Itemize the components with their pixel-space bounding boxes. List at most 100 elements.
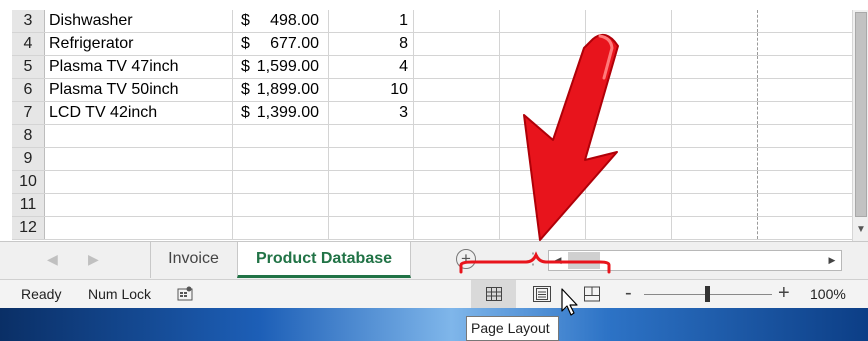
cell-empty[interactable] <box>500 148 586 170</box>
cell-empty[interactable] <box>414 10 500 32</box>
cell-quantity[interactable]: 8 <box>329 33 414 55</box>
row-header[interactable]: 12 <box>12 217 45 239</box>
tab-invoice[interactable]: Invoice <box>150 242 236 278</box>
cell-empty[interactable] <box>586 102 672 124</box>
cell-price[interactable]: $1,899.00 <box>233 79 329 101</box>
cell-empty[interactable] <box>758 194 852 216</box>
cell-empty[interactable] <box>672 56 758 78</box>
horizontal-scroll-thumb[interactable] <box>568 252 600 269</box>
cell-product-name[interactable]: Refrigerator <box>45 33 233 55</box>
cell-quantity[interactable]: 4 <box>329 56 414 78</box>
cell-product-name[interactable]: LCD TV 42inch <box>45 102 233 124</box>
vertical-scroll-thumb[interactable] <box>855 12 867 217</box>
cell-empty[interactable] <box>500 102 586 124</box>
cell-empty[interactable] <box>758 171 852 193</box>
cell-product-name[interactable] <box>45 125 233 147</box>
cell-price[interactable]: $1,399.00 <box>233 102 329 124</box>
cell-empty[interactable] <box>586 171 672 193</box>
row-header[interactable]: 10 <box>12 171 45 193</box>
cell-empty[interactable] <box>672 79 758 101</box>
zoom-percent[interactable]: 100% <box>810 280 846 308</box>
cell-price[interactable] <box>233 194 329 216</box>
zoom-in-button[interactable]: + <box>778 280 790 307</box>
cell-product-name[interactable]: Plasma TV 47inch <box>45 56 233 78</box>
cell-empty[interactable] <box>500 33 586 55</box>
tab-product-database[interactable]: Product Database <box>237 242 411 278</box>
cell-empty[interactable] <box>414 148 500 170</box>
cell-product-name[interactable] <box>45 194 233 216</box>
page-break-preview-button[interactable] <box>573 280 611 308</box>
horizontal-scrollbar[interactable]: ◀ ▶ <box>548 250 842 271</box>
cell-price[interactable] <box>233 171 329 193</box>
cell-empty[interactable] <box>414 102 500 124</box>
cell-empty[interactable] <box>586 79 672 101</box>
cell-quantity[interactable]: 1 <box>329 10 414 32</box>
cell-price[interactable]: $498.00 <box>233 10 329 32</box>
cell-quantity[interactable]: 3 <box>329 102 414 124</box>
row-header[interactable]: 11 <box>12 194 45 216</box>
cell-empty[interactable] <box>758 79 852 101</box>
cell-quantity[interactable] <box>329 171 414 193</box>
cell-empty[interactable] <box>758 33 852 55</box>
cell-empty[interactable] <box>586 56 672 78</box>
tab-splitter-icon[interactable]: ⋮ <box>525 249 541 269</box>
cell-empty[interactable] <box>500 194 586 216</box>
vertical-scrollbar[interactable]: ▼ <box>852 10 868 241</box>
cell-empty[interactable] <box>500 56 586 78</box>
cell-empty[interactable] <box>586 217 672 239</box>
zoom-slider-handle[interactable] <box>705 286 710 302</box>
cell-product-name[interactable]: Plasma TV 50inch <box>45 79 233 101</box>
row-header[interactable]: 3 <box>12 10 45 32</box>
cell-empty[interactable] <box>500 79 586 101</box>
cell-empty[interactable] <box>414 79 500 101</box>
cell-price[interactable] <box>233 125 329 147</box>
zoom-out-button[interactable]: - <box>625 280 632 307</box>
scroll-left-icon[interactable]: ◀ <box>549 251 567 270</box>
cell-empty[interactable] <box>672 125 758 147</box>
cell-empty[interactable] <box>672 102 758 124</box>
cell-empty[interactable] <box>672 194 758 216</box>
add-sheet-button[interactable]: + <box>456 249 476 269</box>
row-header[interactable]: 9 <box>12 148 45 170</box>
cell-product-name[interactable] <box>45 148 233 170</box>
cell-empty[interactable] <box>672 148 758 170</box>
row-header[interactable]: 7 <box>12 102 45 124</box>
tab-scroll-left-icon[interactable]: ◀ <box>47 251 58 268</box>
row-header[interactable]: 4 <box>12 33 45 55</box>
cell-empty[interactable] <box>586 125 672 147</box>
normal-view-button[interactable] <box>471 280 516 308</box>
cell-empty[interactable] <box>414 125 500 147</box>
scroll-down-icon[interactable]: ▼ <box>853 222 868 238</box>
cell-empty[interactable] <box>500 217 586 239</box>
cell-empty[interactable] <box>586 10 672 32</box>
row-header[interactable]: 6 <box>12 79 45 101</box>
row-header[interactable]: 8 <box>12 125 45 147</box>
cell-empty[interactable] <box>586 148 672 170</box>
cell-empty[interactable] <box>586 33 672 55</box>
cell-empty[interactable] <box>758 56 852 78</box>
cell-empty[interactable] <box>672 10 758 32</box>
cell-quantity[interactable] <box>329 217 414 239</box>
cell-quantity[interactable] <box>329 148 414 170</box>
cell-product-name[interactable] <box>45 217 233 239</box>
cell-empty[interactable] <box>672 217 758 239</box>
cell-quantity[interactable] <box>329 194 414 216</box>
cell-empty[interactable] <box>758 10 852 32</box>
cell-price[interactable]: $677.00 <box>233 33 329 55</box>
page-layout-view-button[interactable] <box>522 280 562 308</box>
cell-empty[interactable] <box>500 171 586 193</box>
tab-scroll-right-icon[interactable]: ▶ <box>88 251 99 268</box>
cell-empty[interactable] <box>500 125 586 147</box>
cell-empty[interactable] <box>758 148 852 170</box>
cell-price[interactable] <box>233 217 329 239</box>
cell-empty[interactable] <box>672 171 758 193</box>
cell-empty[interactable] <box>586 194 672 216</box>
cell-product-name[interactable]: Dishwasher <box>45 10 233 32</box>
cell-empty[interactable] <box>414 194 500 216</box>
cell-empty[interactable] <box>414 217 500 239</box>
cell-empty[interactable] <box>414 171 500 193</box>
row-header[interactable]: 5 <box>12 56 45 78</box>
cell-empty[interactable] <box>500 10 586 32</box>
cell-product-name[interactable] <box>45 171 233 193</box>
cell-empty[interactable] <box>758 125 852 147</box>
